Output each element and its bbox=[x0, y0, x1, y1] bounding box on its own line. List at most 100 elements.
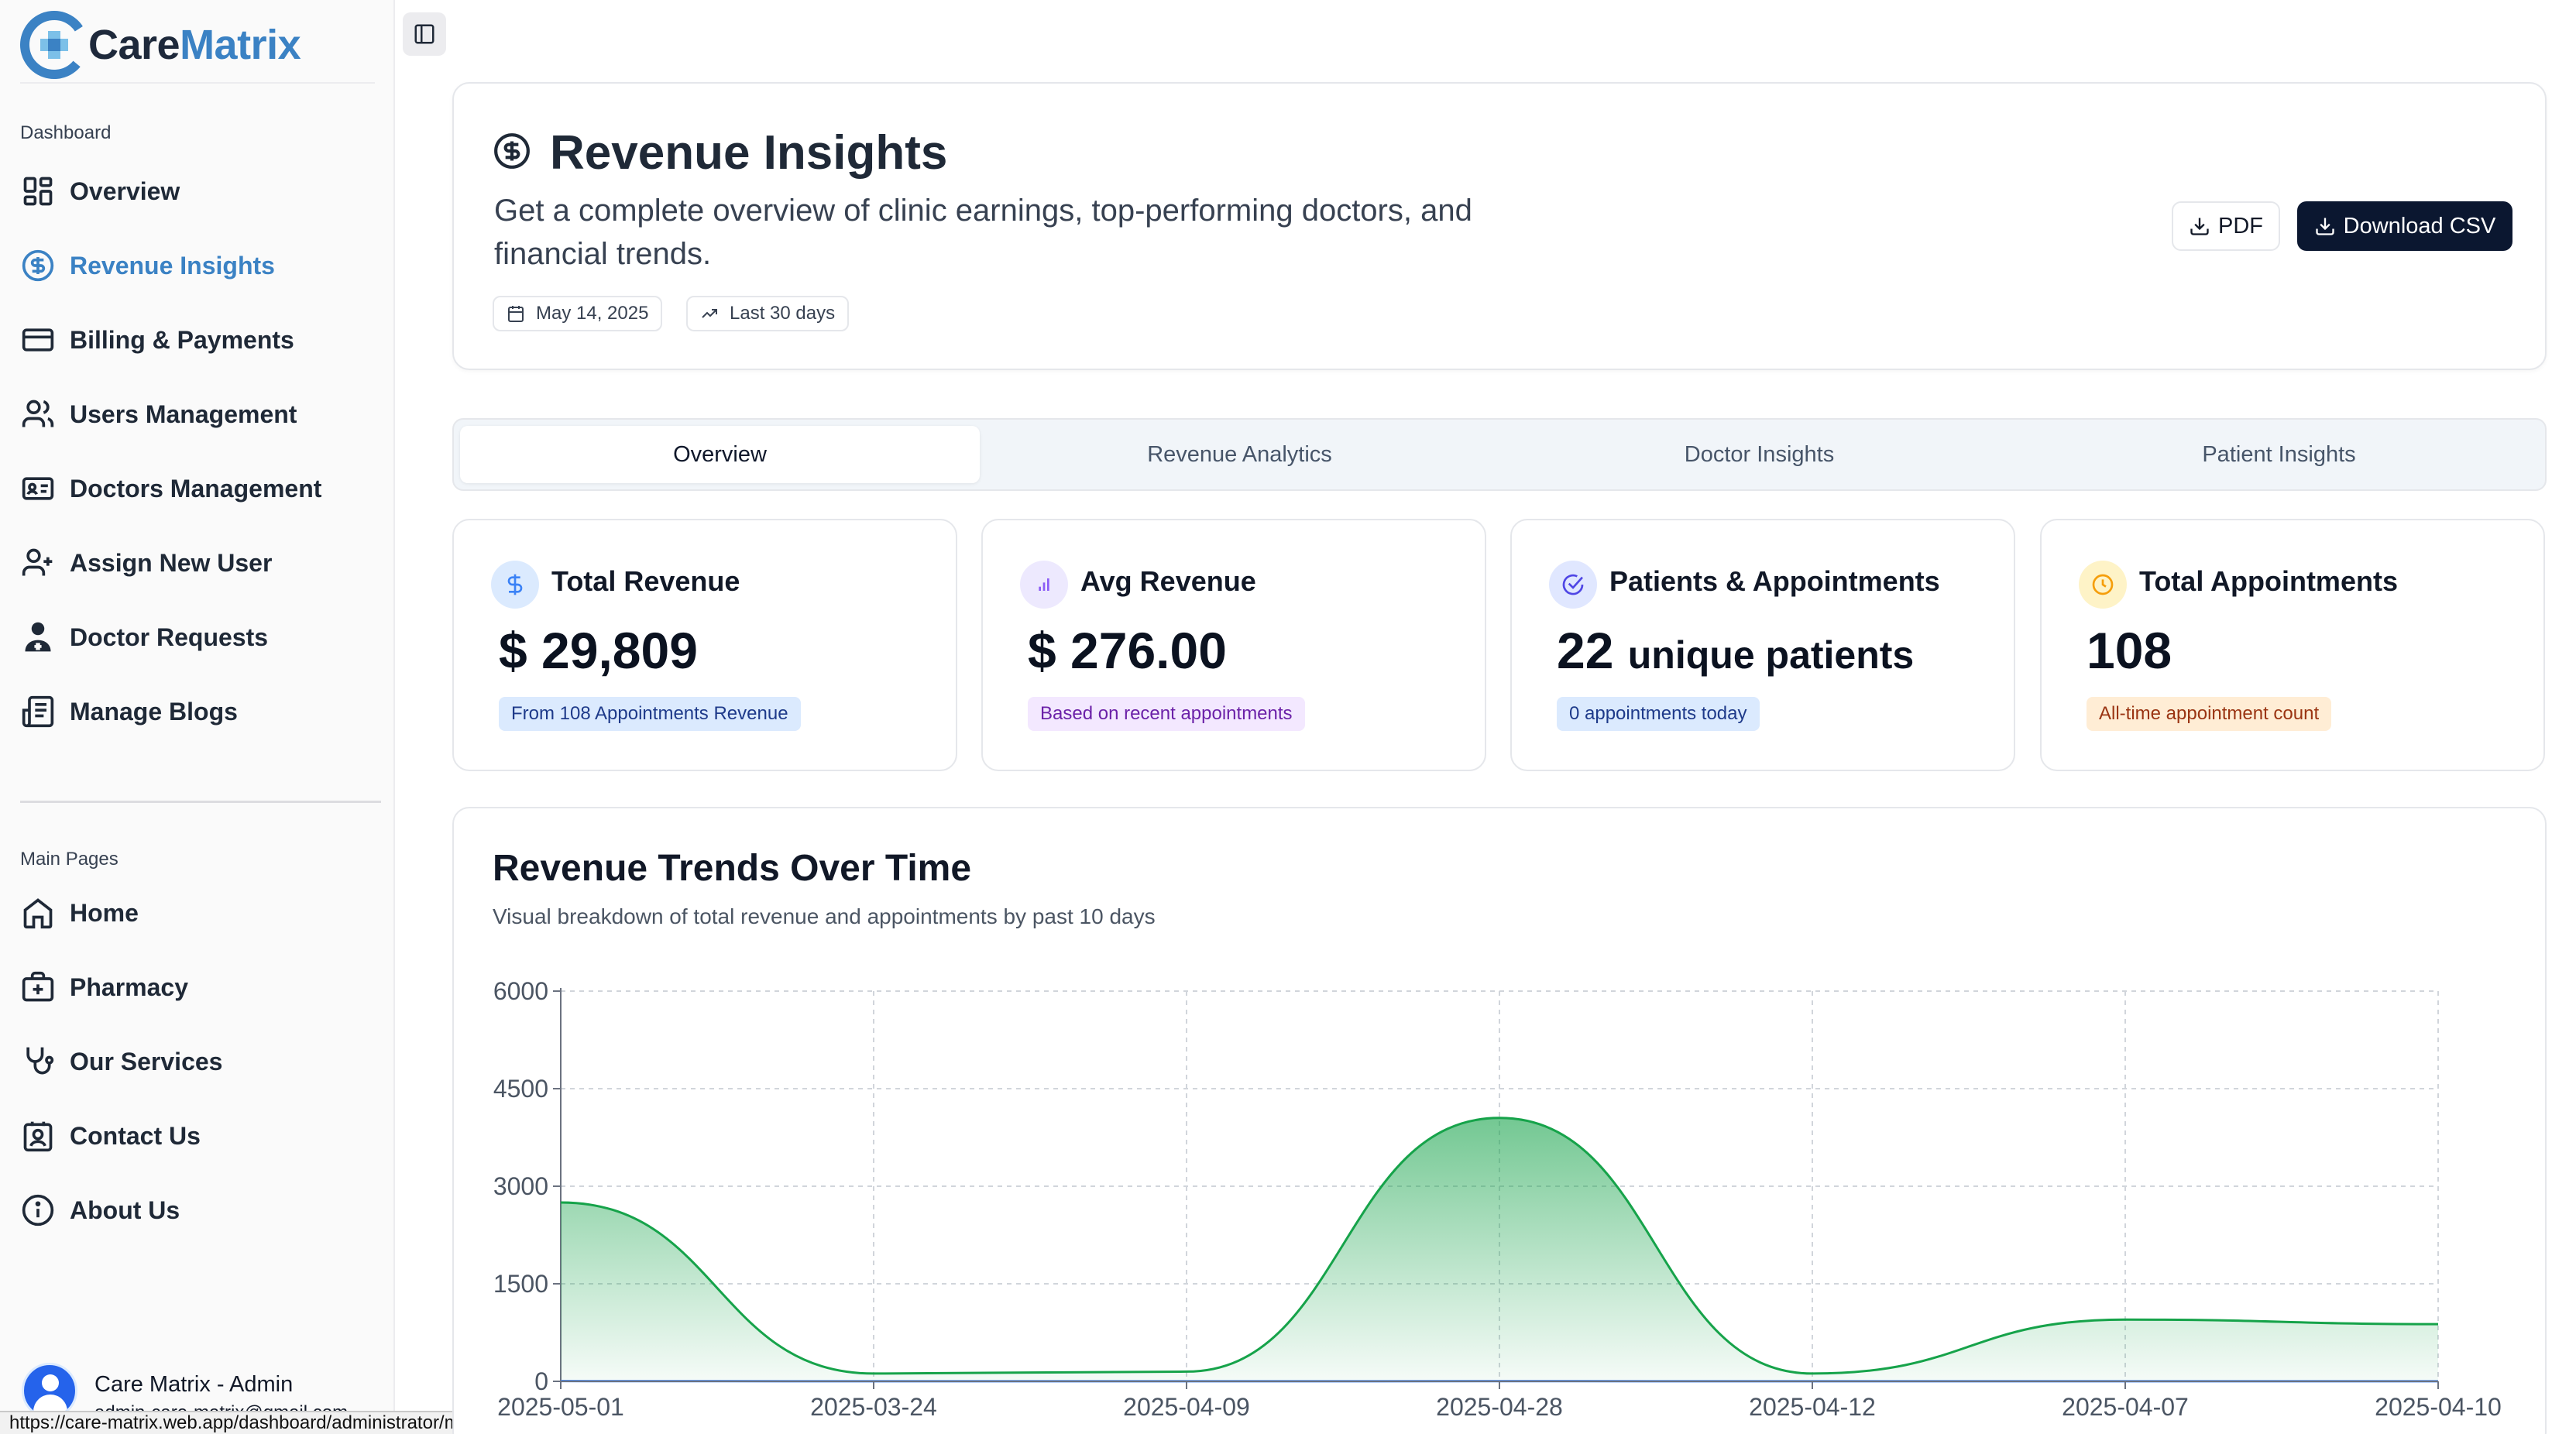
sidebar-item-label: Billing & Payments bbox=[70, 325, 294, 354]
user-plus-icon bbox=[20, 545, 56, 581]
stat-badge: 0 appointments today bbox=[1557, 697, 1760, 731]
check-circle-icon bbox=[1549, 561, 1597, 609]
date-chip: May 14, 2025 bbox=[493, 296, 663, 331]
page-subtitle: Get a complete overview of clinic earnin… bbox=[494, 194, 1472, 271]
brand-logo[interactable]: CareMatrix bbox=[20, 11, 301, 79]
x-tick-label: 2025-04-28 bbox=[1436, 1393, 1563, 1421]
sidebar-item-our-services[interactable]: Our Services bbox=[20, 1034, 376, 1089]
revenue-area-chart: 0 1500 3000 4500 6000 2025-05-01 2025-03-24 202… bbox=[493, 977, 2502, 1421]
care-matrix-logo-icon bbox=[20, 11, 88, 79]
sidebar-item-manage-blogs[interactable]: Manage Blogs bbox=[20, 684, 376, 739]
newspaper-icon bbox=[20, 694, 56, 729]
tab-patient-insights[interactable]: Patient Insights bbox=[2019, 426, 2539, 483]
sidebar-item-about-us[interactable]: About Us bbox=[20, 1183, 376, 1237]
page-title: Revenue Insights bbox=[550, 126, 948, 180]
home-icon bbox=[20, 895, 56, 931]
doctor-icon bbox=[20, 619, 56, 655]
logo-divider bbox=[20, 82, 375, 84]
credit-card-icon bbox=[20, 322, 56, 358]
stat-card-total-appointments: Total Appointments 108 All-time appointm… bbox=[2040, 519, 2545, 771]
stat-title: Total Appointments bbox=[2139, 565, 2398, 597]
sidebar-item-label: Revenue Insights bbox=[70, 251, 275, 280]
brand-name: CareMatrix bbox=[88, 21, 301, 69]
download-icon bbox=[2316, 218, 2334, 235]
sidebar-divider bbox=[20, 801, 381, 803]
dollar-circle-icon bbox=[20, 248, 56, 283]
insights-tabs: Overview Revenue Analytics Doctor Insigh… bbox=[452, 418, 2547, 491]
stat-value: $ 29,809 bbox=[499, 622, 698, 679]
stat-title: Avg Revenue bbox=[1080, 565, 1256, 597]
pdf-button-label: PDF bbox=[2218, 213, 2263, 238]
y-tick-label: 4500 bbox=[493, 1075, 548, 1103]
sidebar-item-label: Overview bbox=[70, 177, 180, 205]
range-chip-label: Last 30 days bbox=[730, 303, 836, 324]
revenue-header-card: Revenue Insights Get a complete overview… bbox=[452, 82, 2547, 370]
download-csv-button[interactable]: Download CSV bbox=[2297, 201, 2512, 251]
date-chip-label: May 14, 2025 bbox=[536, 303, 649, 324]
sidebar: CareMatrix Dashboard Overview Revenue In… bbox=[0, 0, 395, 1434]
sidebar-group-label-dashboard: Dashboard bbox=[20, 122, 112, 143]
revenue-area-fill bbox=[561, 1117, 2438, 1381]
clock-icon bbox=[2079, 561, 2127, 609]
stat-badge: Based on recent appointments bbox=[1028, 697, 1305, 731]
sidebar-item-label: Doctors Management bbox=[70, 474, 322, 503]
dollar-icon bbox=[491, 561, 539, 609]
stat-value: $ 276.00 bbox=[1028, 622, 1227, 679]
sidebar-item-label: Contact Us bbox=[70, 1121, 201, 1150]
sidebar-item-label: About Us bbox=[70, 1196, 180, 1224]
y-tick-label: 3000 bbox=[493, 1172, 548, 1200]
sidebar-item-label: Pharmacy bbox=[70, 973, 188, 1001]
tab-revenue-analytics[interactable]: Revenue Analytics bbox=[980, 426, 1499, 483]
stat-badge: All-time appointment count bbox=[2087, 697, 2332, 731]
range-chip: Last 30 days bbox=[686, 296, 850, 331]
sidebar-item-billing-payments[interactable]: Billing & Payments bbox=[20, 313, 376, 367]
stethoscope-icon bbox=[20, 1044, 56, 1079]
sidebar-toggle-button[interactable] bbox=[403, 12, 446, 56]
stat-card-avg-revenue: Avg Revenue $ 276.00 Based on recent app… bbox=[981, 519, 1486, 771]
x-tick-label: 2025-04-09 bbox=[1123, 1393, 1250, 1421]
tab-doctor-insights[interactable]: Doctor Insights bbox=[1499, 426, 2019, 483]
panel-left-icon bbox=[414, 24, 434, 44]
y-tick-label: 1500 bbox=[493, 1270, 548, 1298]
sidebar-item-label: Manage Blogs bbox=[70, 697, 238, 726]
calendar-icon bbox=[508, 306, 524, 322]
y-tick-label: 6000 bbox=[493, 977, 548, 1005]
pdf-button[interactable]: PDF bbox=[2172, 201, 2280, 251]
sidebar-item-home[interactable]: Home bbox=[20, 886, 376, 940]
user-name: Care Matrix - Admin bbox=[94, 1372, 294, 1397]
sidebar-item-label: Home bbox=[70, 898, 139, 927]
download-csv-label: Download CSV bbox=[2343, 213, 2496, 238]
stat-badge: From 108 Appointments Revenue bbox=[499, 697, 801, 731]
users-icon bbox=[20, 396, 56, 432]
sidebar-item-users-management[interactable]: Users Management bbox=[20, 387, 376, 441]
stat-value: 22 unique patients bbox=[1557, 621, 1914, 680]
stat-card-patients-appointments: Patients & Appointments 22 unique patien… bbox=[1510, 519, 2015, 771]
tab-overview[interactable]: Overview bbox=[460, 426, 980, 483]
sidebar-item-contact-us[interactable]: Contact Us bbox=[20, 1109, 376, 1163]
sidebar-group-label-main-pages: Main Pages bbox=[20, 849, 118, 870]
brand-name-part2: Matrix bbox=[180, 22, 301, 68]
sidebar-item-label: Users Management bbox=[70, 400, 297, 428]
download-icon bbox=[2190, 218, 2209, 235]
x-tick-label: 2025-05-01 bbox=[497, 1393, 624, 1421]
brand-name-part1: Care bbox=[88, 22, 180, 68]
sidebar-item-overview[interactable]: Overview bbox=[20, 164, 376, 218]
sidebar-item-doctor-requests[interactable]: Doctor Requests bbox=[20, 610, 376, 664]
contact-icon bbox=[20, 1118, 56, 1154]
sidebar-item-label: Assign New User bbox=[70, 548, 273, 577]
sidebar-item-pharmacy[interactable]: Pharmacy bbox=[20, 960, 376, 1014]
stat-card-total-revenue: Total Revenue $ 29,809 From 108 Appointm… bbox=[452, 519, 957, 771]
sidebar-item-doctors-management[interactable]: Doctors Management bbox=[20, 461, 376, 516]
sidebar-item-assign-new-user[interactable]: Assign New User bbox=[20, 536, 376, 590]
x-tick-label: 2025-04-12 bbox=[1749, 1393, 1876, 1421]
trending-up-icon bbox=[702, 309, 717, 318]
briefcase-medical-icon bbox=[20, 969, 56, 1005]
sidebar-item-revenue-insights[interactable]: Revenue Insights bbox=[20, 238, 376, 293]
grid-icon bbox=[20, 173, 56, 209]
bar-chart-icon bbox=[1020, 561, 1068, 609]
y-tick-label: 0 bbox=[534, 1367, 548, 1395]
revenue-trends-card: Revenue Trends Over Time Visual breakdow… bbox=[452, 807, 2547, 1434]
stat-title: Patients & Appointments bbox=[1609, 565, 1940, 597]
id-card-icon bbox=[20, 471, 56, 506]
sidebar-item-label: Doctor Requests bbox=[70, 623, 269, 651]
